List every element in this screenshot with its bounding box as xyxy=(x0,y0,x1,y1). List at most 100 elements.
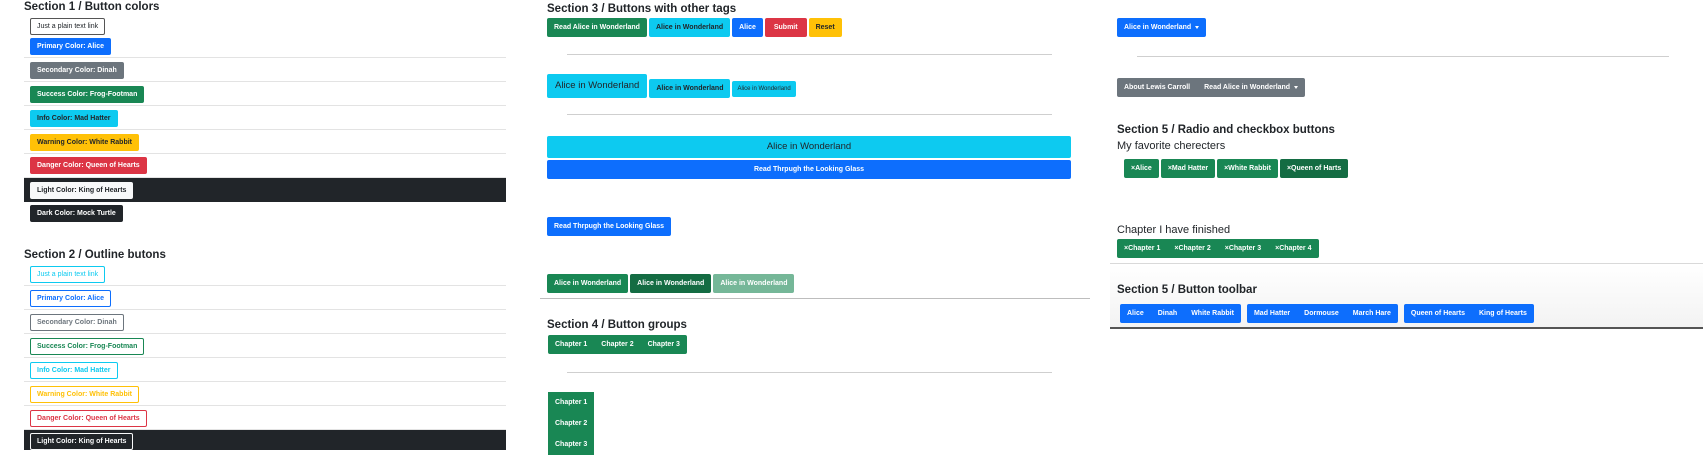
outline-secondary-button[interactable]: Secondary Color: Dinah xyxy=(30,314,124,331)
chapters-finished-label: Chapter I have finished xyxy=(1117,224,1231,236)
vertical-chapter-3-button[interactable]: Chapter 3 xyxy=(548,434,594,455)
section2-row-primary: Primary Color: Alice xyxy=(24,286,506,310)
tag-buttons-row: Read Alice in Wonderland Alice in Wonder… xyxy=(547,18,842,37)
mad-hatter-toolbar-button[interactable]: Mad Hatter xyxy=(1246,304,1298,323)
reset-button[interactable]: Reset xyxy=(808,18,842,37)
outline-light-button[interactable]: Light Color: King of Hearts xyxy=(30,433,134,450)
chapter-2-button[interactable]: Chapter 2 xyxy=(594,335,641,354)
toolbar-group-3: Queen of Hearts King of Hearts xyxy=(1403,304,1534,323)
warning-button[interactable]: Warning Color: White Rabbit xyxy=(30,134,140,151)
section1-row-warning: Warning Color: White Rabbit xyxy=(24,130,506,154)
section1-row-danger: Danger Color: Queen of Hearts xyxy=(24,154,506,178)
vertical-chapter-1-button[interactable]: Chapter 1 xyxy=(548,392,594,413)
white-rabbit-toolbar-button[interactable]: White Rabbit xyxy=(1184,304,1241,323)
section1-title: Section 1 / Button colors xyxy=(24,1,160,13)
mad-hatter-checkbox[interactable]: ×Mad Hatter xyxy=(1160,159,1216,178)
section1-row-info: Info Color: Mad Hatter xyxy=(24,106,506,130)
danger-button[interactable]: Danger Color: Queen of Hearts xyxy=(30,157,147,174)
character-checkbox-group: ×Alice ×Mad Hatter ×White Rabbit ×Queen … xyxy=(1124,159,1349,178)
section2-title: Section 2 / Outline butons xyxy=(24,249,166,261)
outline-primary-button[interactable]: Primary Color: Alice xyxy=(30,290,112,307)
alice-success-button[interactable]: Alice in Wonderland xyxy=(547,274,629,293)
alice-dropdown-button[interactable]: Alice in Wonderland xyxy=(1117,18,1207,37)
section2-row-success: Success Color: Frog-Footman xyxy=(24,334,506,358)
alice-disabled-button: Alice in Wonderland xyxy=(713,274,795,293)
section5a-title: Section 5 / Radio and checkbox buttons xyxy=(1117,124,1335,136)
queen-of-hearts-toolbar-button[interactable]: Queen of Hearts xyxy=(1403,304,1472,323)
size-buttons-row: Alice in Wonderland Alice in Wonderland … xyxy=(547,74,796,98)
chapter-radio-group: ×Chapter 1 ×Chapter 2 ×Chapter 3 ×Chapte… xyxy=(1117,239,1319,258)
divider xyxy=(540,298,1090,299)
divider xyxy=(1137,56,1669,57)
chapter-4-radio[interactable]: ×Chapter 4 xyxy=(1268,239,1319,258)
secondary-button[interactable]: Secondary Color: Dinah xyxy=(30,62,124,79)
vertical-chapter-2-button[interactable]: Chapter 2 xyxy=(548,413,594,434)
horizontal-chapter-group: Chapter 1 Chapter 2 Chapter 3 xyxy=(548,335,687,354)
outline-danger-button[interactable]: Danger Color: Queen of Hearts xyxy=(30,410,147,427)
outline-warning-button[interactable]: Warning Color: White Rabbit xyxy=(30,386,140,403)
chevron-down-icon xyxy=(1195,25,1200,29)
section1-row-light: Light Color: King of Hearts xyxy=(24,178,506,202)
king-of-hearts-toolbar-button[interactable]: King of Hearts xyxy=(1472,304,1534,323)
chevron-down-icon xyxy=(1294,85,1299,89)
large-alice-button[interactable]: Alice in Wonderland xyxy=(547,74,648,98)
alice-dropdown-label: Alice in Wonderland xyxy=(1124,24,1192,31)
alice-button-tag[interactable]: Alice in Wonderland xyxy=(648,18,731,37)
toolbar-section: Section 5 / Button toolbar Alice Dinah W… xyxy=(1110,263,1703,329)
dormouse-toolbar-button[interactable]: Dormouse xyxy=(1297,304,1346,323)
section4-title: Section 4 / Button groups xyxy=(547,319,687,331)
outline-plain-link-button[interactable]: Just a plain text link xyxy=(30,266,106,283)
section1-row-dark: Dark Color: Mock Turtle xyxy=(24,202,506,224)
favorite-characters-label: My favorite cherecters xyxy=(1117,140,1226,152)
block-alice-button[interactable]: Alice in Wonderland xyxy=(547,136,1071,158)
vertical-chapter-group: Chapter 1 Chapter 2 Chapter 3 xyxy=(548,392,594,455)
chapter-1-radio[interactable]: ×Chapter 1 xyxy=(1117,239,1168,258)
section2-row-secondary: Secondary Color: Dinah xyxy=(24,310,506,334)
section1-row-primary: Primary Color: Alice xyxy=(24,34,506,58)
white-rabbit-checkbox[interactable]: ×White Rabbit xyxy=(1217,159,1278,178)
outline-success-button[interactable]: Success Color: Frog-Footman xyxy=(30,338,145,355)
alice-checkbox[interactable]: ×Alice xyxy=(1124,159,1159,178)
march-hare-toolbar-button[interactable]: March Hare xyxy=(1345,304,1398,323)
read-alice-dropdown-button[interactable]: Read Alice in Wonderland xyxy=(1197,78,1306,97)
section2-row-warning: Warning Color: White Rabbit xyxy=(24,382,506,406)
submit-button[interactable]: Submit xyxy=(764,18,807,37)
section2-row-info: Info Color: Mad Hatter xyxy=(24,358,506,382)
light-button[interactable]: Light Color: King of Hearts xyxy=(30,182,134,199)
section1-row-secondary: Secondary Color: Dinah xyxy=(24,58,506,82)
section3-title: Section 3 / Buttons with other tags xyxy=(547,3,737,15)
toolbar-group-1: Alice Dinah White Rabbit xyxy=(1120,304,1241,323)
dinah-toolbar-button[interactable]: Dinah xyxy=(1150,304,1185,323)
chapter-3-radio[interactable]: ×Chapter 3 xyxy=(1217,239,1269,258)
nested-dropdown-group: About Lewis Carroll Read Alice in Wonder… xyxy=(1117,78,1306,97)
info-button[interactable]: Info Color: Mad Hatter xyxy=(30,110,118,127)
medium-alice-button[interactable]: Alice in Wonderland xyxy=(649,78,731,98)
divider xyxy=(567,372,1052,373)
section2-row-light: Light Color: King of Hearts xyxy=(24,430,506,450)
chapter-3-button[interactable]: Chapter 3 xyxy=(640,335,687,354)
alice-active-button[interactable]: Alice in Wonderland xyxy=(630,274,712,293)
alice-input-button[interactable]: Alice xyxy=(732,18,763,37)
queen-of-harts-checkbox[interactable]: ×Queen of Harts xyxy=(1279,159,1349,178)
divider xyxy=(567,54,1052,55)
outline-info-button[interactable]: Info Color: Mad Hatter xyxy=(30,362,118,379)
section2-row-danger: Danger Color: Queen of Hearts xyxy=(24,406,506,430)
success-button[interactable]: Success Color: Frog-Footman xyxy=(30,86,145,103)
toolbar-group-2: Mad Hatter Dormouse March Hare xyxy=(1246,304,1398,323)
chapter-1-button[interactable]: Chapter 1 xyxy=(548,335,595,354)
read-alice-dropdown-label: Read Alice in Wonderland xyxy=(1204,84,1291,91)
block-looking-glass-button[interactable]: Read Thrpugh the Looking Glass xyxy=(547,160,1071,179)
button-toolbar: Alice Dinah White Rabbit Mad Hatter Dorm… xyxy=(1120,304,1534,323)
plain-link-button[interactable]: Just a plain text link xyxy=(30,18,106,35)
section5b-title: Section 5 / Button toolbar xyxy=(1117,284,1257,296)
about-lewis-carroll-button[interactable]: About Lewis Carroll xyxy=(1117,78,1198,97)
primary-button[interactable]: Primary Color: Alice xyxy=(30,38,112,55)
dark-button[interactable]: Dark Color: Mock Turtle xyxy=(30,205,123,222)
looking-glass-button[interactable]: Read Thrpugh the Looking Glass xyxy=(547,217,672,236)
read-alice-link-button[interactable]: Read Alice in Wonderland xyxy=(547,18,647,37)
alice-toolbar-button[interactable]: Alice xyxy=(1120,304,1151,323)
small-alice-button[interactable]: Alice in Wonderland xyxy=(732,80,796,97)
chapter-2-radio[interactable]: ×Chapter 2 xyxy=(1167,239,1218,258)
state-buttons-row: Alice in Wonderland Alice in Wonderland … xyxy=(547,274,795,293)
section2-row-plain: Just a plain text link xyxy=(24,262,506,286)
